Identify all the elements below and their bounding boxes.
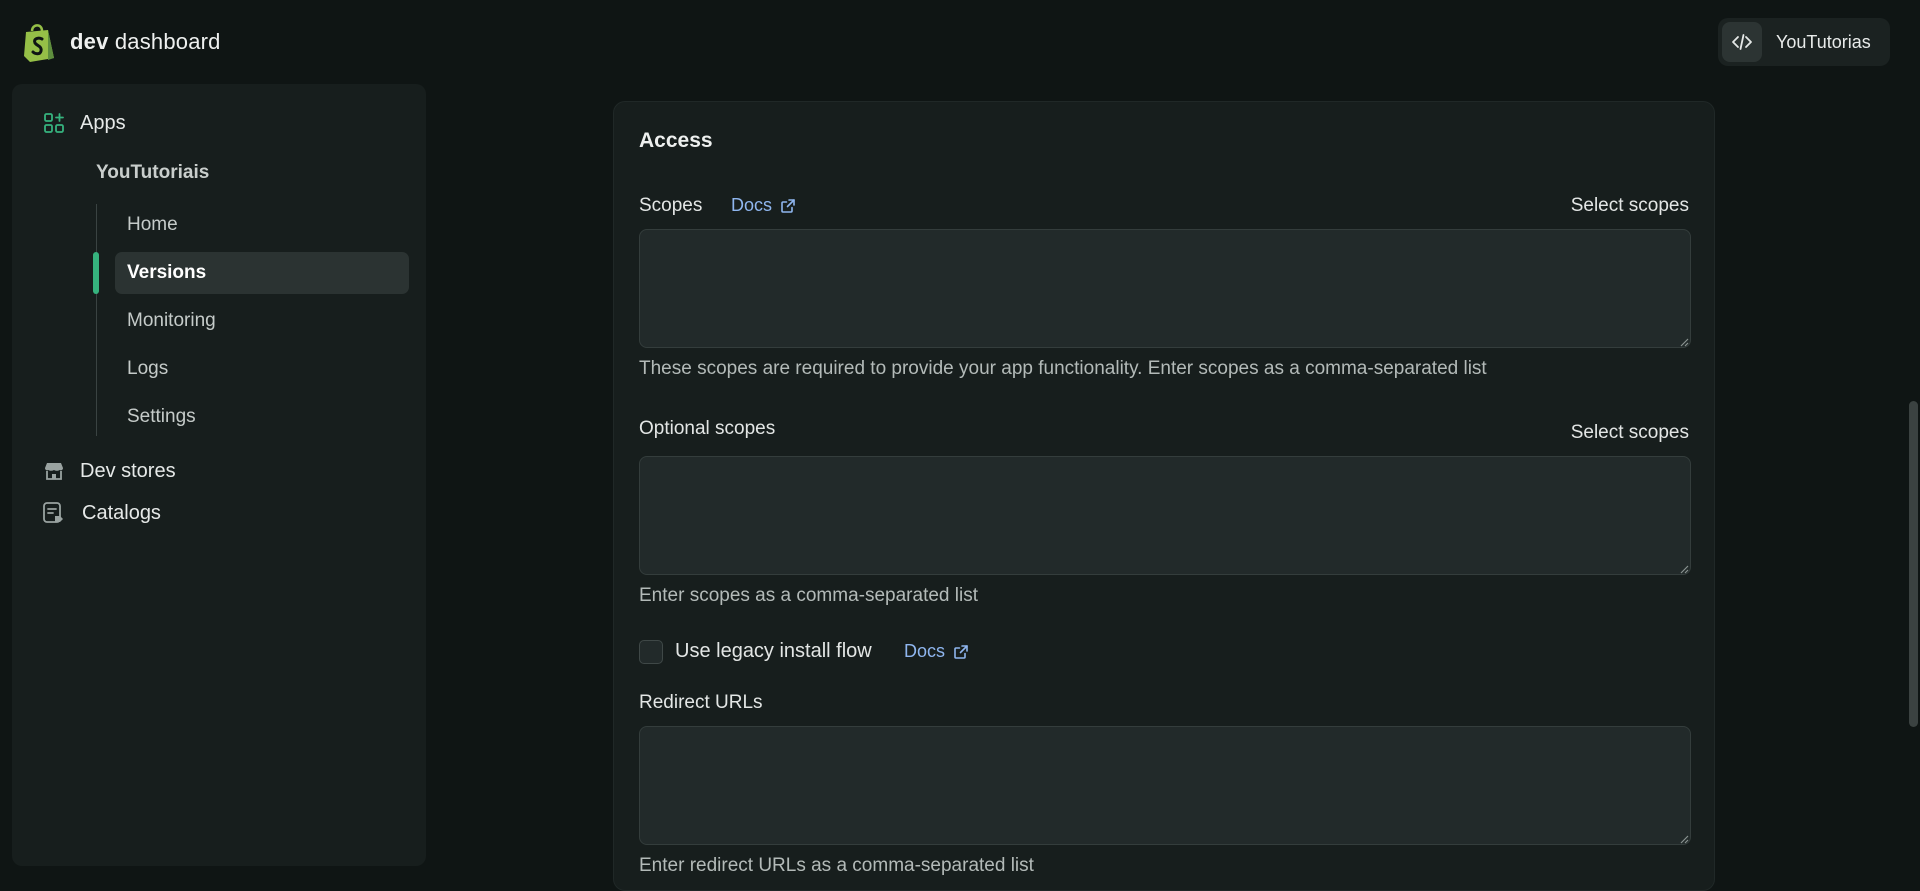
legacy-install-label[interactable]: Use legacy install flow [675, 640, 872, 663]
scopes-docs-text: Docs [731, 195, 773, 215]
account-name: YouTutorias [1776, 31, 1871, 52]
resize-grip-icon[interactable] [1679, 337, 1689, 347]
scopes-help-text: These scopes are required to provide you… [639, 358, 1487, 379]
sidebar-item-catalogs[interactable]: Catalogs [42, 501, 161, 525]
optional-scopes-help-text: Enter scopes as a comma-separated list [639, 585, 978, 606]
shopify-bag-icon [24, 24, 54, 62]
brand-name: dev dashboard [70, 29, 221, 55]
page-scrollbar[interactable] [1909, 401, 1918, 727]
redirect-urls-label: Redirect URLs [639, 692, 763, 713]
code-icon [1722, 22, 1762, 62]
brand-name-rest: dashboard [114, 29, 221, 54]
scopes-label: Scopes [639, 195, 703, 216]
brand-name-bold: dev [70, 29, 109, 54]
top-bar: dev dashboard YouTutorias [0, 0, 1920, 84]
scopes-textarea[interactable] [639, 229, 1691, 348]
external-link-icon [781, 198, 795, 213]
sidebar-item-apps-label: Apps [80, 111, 126, 134]
resize-grip-icon[interactable] [1679, 834, 1689, 844]
optional-scopes-label: Optional scopes [639, 418, 776, 439]
sidebar-item-logs[interactable]: Logs [115, 348, 409, 390]
optional-scopes-select-button[interactable]: Select scopes [1571, 422, 1689, 444]
legacy-docs-text: Docs [904, 641, 946, 661]
access-panel: Access Scopes Docs Select scopes These s… [613, 101, 1715, 891]
store-icon [42, 459, 66, 483]
redirect-urls-textarea[interactable] [639, 726, 1691, 845]
panel-title: Access [639, 129, 713, 152]
sidebar-item-catalogs-label: Catalogs [82, 501, 161, 524]
redirect-urls-help-text: Enter redirect URLs as a comma-separated… [639, 855, 1034, 876]
scopes-select-button[interactable]: Select scopes [1571, 195, 1689, 217]
brand[interactable]: dev dashboard [22, 22, 221, 62]
sidebar-item-versions[interactable]: Versions [115, 252, 409, 294]
catalog-icon [42, 501, 66, 525]
legacy-install-checkbox[interactable] [639, 640, 663, 664]
apps-icon [42, 111, 66, 135]
tree-line [96, 204, 97, 436]
account-switcher[interactable]: YouTutorias [1718, 18, 1890, 66]
sidebar-item-settings[interactable]: Settings [115, 396, 409, 438]
sidebar-item-dev-stores[interactable]: Dev stores [42, 459, 176, 483]
sidebar-item-dev-stores-label: Dev stores [80, 459, 176, 482]
sidebar-item-home[interactable]: Home [115, 204, 409, 246]
resize-grip-icon[interactable] [1679, 564, 1689, 574]
external-link-icon [954, 644, 968, 659]
sidebar-item-monitoring[interactable]: Monitoring [115, 300, 409, 342]
active-indicator [93, 252, 99, 294]
optional-scopes-textarea[interactable] [639, 456, 1691, 575]
sidebar: Apps YouTutoriais Home Versions Monitori… [12, 84, 426, 866]
legacy-docs-link[interactable]: Docs [904, 641, 969, 662]
sidebar-item-apps[interactable]: Apps [42, 111, 126, 135]
app-name[interactable]: YouTutoriais [96, 162, 209, 184]
scopes-docs-link[interactable]: Docs [731, 195, 796, 216]
